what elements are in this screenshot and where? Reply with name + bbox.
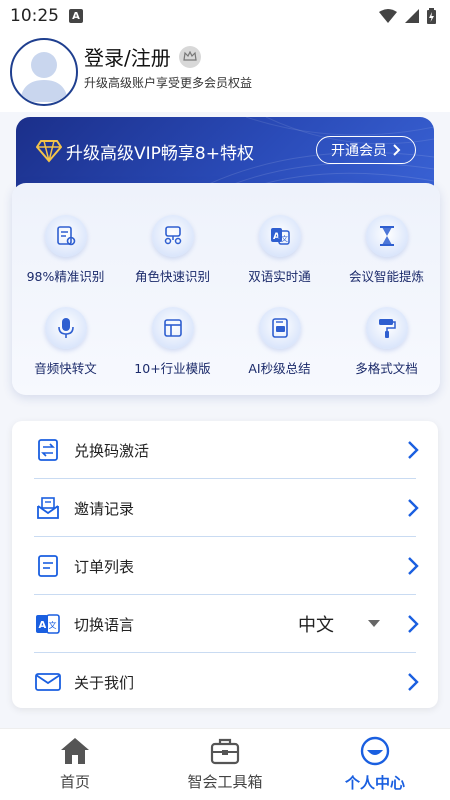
template-icon xyxy=(151,307,194,349)
feature-multi-format[interactable]: 多格式文档 xyxy=(333,307,440,377)
translate-icon: A文 xyxy=(258,215,301,257)
crown-icon xyxy=(178,45,201,68)
bottom-nav: 首页 智会工具箱 个人中心 xyxy=(0,728,450,800)
briefcase-icon xyxy=(210,738,240,765)
nav-home[interactable]: 首页 xyxy=(0,729,150,800)
nav-profile[interactable]: 个人中心 xyxy=(300,729,450,800)
paint-roller-icon xyxy=(365,307,408,349)
feature-label: 音频快转文 xyxy=(34,361,97,376)
menu-label: 关于我们 xyxy=(74,673,135,692)
smile-face-icon xyxy=(360,736,390,766)
mail-icon xyxy=(34,668,62,696)
svg-text:A: A xyxy=(39,620,47,631)
avatar[interactable] xyxy=(10,38,78,106)
hourglass-icon xyxy=(365,215,408,257)
order-list-icon xyxy=(34,552,62,580)
chevron-right-icon xyxy=(408,673,419,691)
feature-speaker-identify[interactable]: 角色快速识别 xyxy=(119,215,226,285)
feature-accurate-recognition[interactable]: 98%精准识别 xyxy=(12,215,119,285)
feature-label: 角色快速识别 xyxy=(134,269,210,284)
menu-label: 邀请记录 xyxy=(74,499,135,518)
profile-subtitle: 升级高级账户享受更多会员权益 xyxy=(84,76,253,90)
signal-icon xyxy=(405,9,419,23)
speaker-identify-icon xyxy=(151,215,194,257)
svg-text:文: 文 xyxy=(281,234,288,243)
svg-text:文: 文 xyxy=(49,620,57,630)
current-language[interactable]: 中文 xyxy=(298,611,334,637)
feature-audio-to-text[interactable]: 音频快转文 xyxy=(12,307,119,377)
feature-industry-templates[interactable]: 10+行业模版 xyxy=(119,307,226,377)
settings-menu: 兑换码激活 邀请记录 订单列表 A文 切换语言 中文 关于我们 xyxy=(12,421,438,708)
exchange-icon xyxy=(34,436,62,464)
menu-item-redeem-code[interactable]: 兑换码激活 xyxy=(12,421,438,479)
menu-label: 兑换码激活 xyxy=(74,441,150,460)
ai-summary-icon xyxy=(258,307,301,349)
menu-item-switch-language[interactable]: A文 切换语言 中文 xyxy=(12,595,438,653)
chevron-right-icon xyxy=(408,615,419,633)
default-avatar-icon xyxy=(20,52,68,102)
status-time: 10:25 xyxy=(10,6,59,26)
home-icon xyxy=(61,738,89,764)
nav-label: 首页 xyxy=(59,773,90,791)
feature-label: AI秒级总结 xyxy=(248,361,311,376)
notification-a-icon: A xyxy=(69,9,83,23)
nav-label: 个人中心 xyxy=(344,774,405,792)
feature-label: 多格式文档 xyxy=(355,361,418,376)
vip-features-panel: 98%精准识别 角色快速识别 A文 双语实时通 会议智能提炼 音频快转文 10+… xyxy=(12,183,440,395)
wifi-icon xyxy=(379,9,397,23)
diamond-icon xyxy=(36,140,62,163)
feature-bilingual[interactable]: A文 双语实时通 xyxy=(226,215,333,285)
chevron-right-icon xyxy=(408,557,419,575)
chevron-right-icon xyxy=(408,441,419,459)
chevron-right-icon xyxy=(393,144,401,156)
open-membership-label: 开通会员 xyxy=(331,143,387,159)
profile-header: 登录/注册 升级高级账户享受更多会员权益 xyxy=(0,32,450,112)
feature-label: 双语实时通 xyxy=(248,269,311,284)
feature-label: 98%精准识别 xyxy=(26,269,105,284)
nav-label: 智会工具箱 xyxy=(187,773,263,791)
feature-label: 10+行业模版 xyxy=(134,361,211,376)
open-membership-button[interactable]: 开通会员 xyxy=(316,136,416,164)
menu-label: 切换语言 xyxy=(74,615,135,634)
caret-down-icon[interactable] xyxy=(368,620,380,628)
document-scan-icon xyxy=(44,215,87,257)
login-title-text: 登录/注册 xyxy=(84,46,171,70)
menu-item-about-us[interactable]: 关于我们 xyxy=(12,653,438,711)
vip-title: 升级高级VIP畅享8+特权 xyxy=(66,144,254,164)
feature-ai-summary[interactable]: AI秒级总结 xyxy=(226,307,333,377)
feature-label: 会议智能提炼 xyxy=(348,269,424,284)
menu-item-invite-records[interactable]: 邀请记录 xyxy=(12,479,438,537)
menu-item-orders[interactable]: 订单列表 xyxy=(12,537,438,595)
nav-toolbox[interactable]: 智会工具箱 xyxy=(150,729,300,800)
chevron-right-icon xyxy=(408,499,419,517)
feature-meeting-summary[interactable]: 会议智能提炼 xyxy=(333,215,440,285)
login-register-link[interactable]: 登录/注册 xyxy=(84,42,201,71)
status-bar: 10:25 A xyxy=(0,0,450,32)
microphone-icon xyxy=(44,307,87,349)
translate-icon: A文 xyxy=(34,610,62,638)
battery-icon xyxy=(427,8,436,24)
menu-label: 订单列表 xyxy=(74,557,135,576)
mail-open-icon xyxy=(34,494,62,522)
